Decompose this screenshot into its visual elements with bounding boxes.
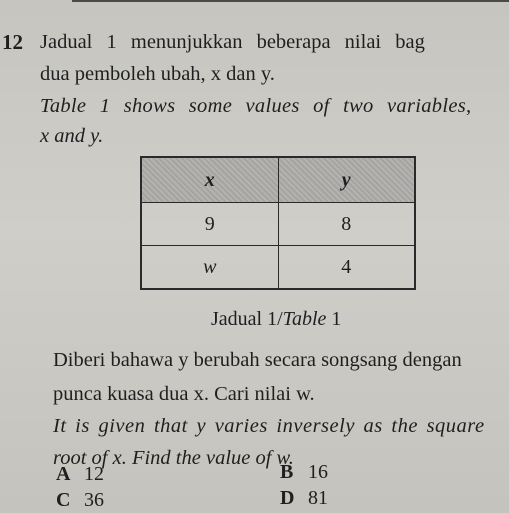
table-row: w 4 bbox=[140, 245, 416, 290]
option-value: 16 bbox=[308, 461, 328, 483]
question-text-english-line2: x and y. bbox=[40, 125, 104, 147]
caption-malay: Jadual 1/ bbox=[211, 308, 283, 330]
table-header-x: x bbox=[140, 156, 279, 203]
caption-english-number: 1 bbox=[326, 308, 342, 330]
table-row: 9 8 bbox=[140, 202, 416, 246]
table-caption: Jadual 1/Table 1 bbox=[211, 308, 341, 331]
table-header-row: x y bbox=[140, 156, 416, 203]
question-text-malay-line1: Jadual 1 menunjukkan beberapa nilai bag bbox=[40, 31, 425, 53]
option-c[interactable]: C 36 bbox=[56, 488, 104, 512]
prompt-english-line1: It is given that y varies inversely as t… bbox=[53, 415, 485, 437]
option-a[interactable]: A 12 bbox=[56, 462, 104, 486]
option-letter: C bbox=[56, 489, 71, 511]
option-value: 12 bbox=[84, 463, 104, 485]
question-number: 12 bbox=[2, 30, 23, 54]
table-cell-y: 8 bbox=[277, 202, 416, 246]
question-text-english-line1: Table 1 shows some values of two variabl… bbox=[40, 95, 472, 117]
caption-english-word: Table bbox=[282, 308, 327, 330]
option-letter: D bbox=[280, 487, 295, 509]
table-header-y: y bbox=[277, 156, 416, 203]
option-d[interactable]: D 81 bbox=[280, 486, 328, 510]
option-value: 81 bbox=[308, 487, 328, 509]
option-letter: A bbox=[56, 463, 71, 485]
question-text-malay-line2: dua pemboleh ubah, x dan y. bbox=[40, 63, 275, 85]
option-b[interactable]: B 16 bbox=[280, 460, 328, 484]
page-top-rule bbox=[72, 0, 509, 2]
prompt-malay-line1: Diberi bahawa y berubah secara songsang … bbox=[53, 349, 462, 371]
table-cell-y: 4 bbox=[277, 245, 416, 290]
prompt-malay-line2: punca kuasa dua x. Cari nilai w. bbox=[53, 383, 315, 405]
option-value: 36 bbox=[84, 489, 104, 511]
table-cell-x: 9 bbox=[140, 202, 279, 246]
table-cell-x: w bbox=[140, 245, 279, 290]
option-letter: B bbox=[280, 461, 294, 483]
values-table: x y 9 8 w 4 bbox=[140, 156, 416, 290]
